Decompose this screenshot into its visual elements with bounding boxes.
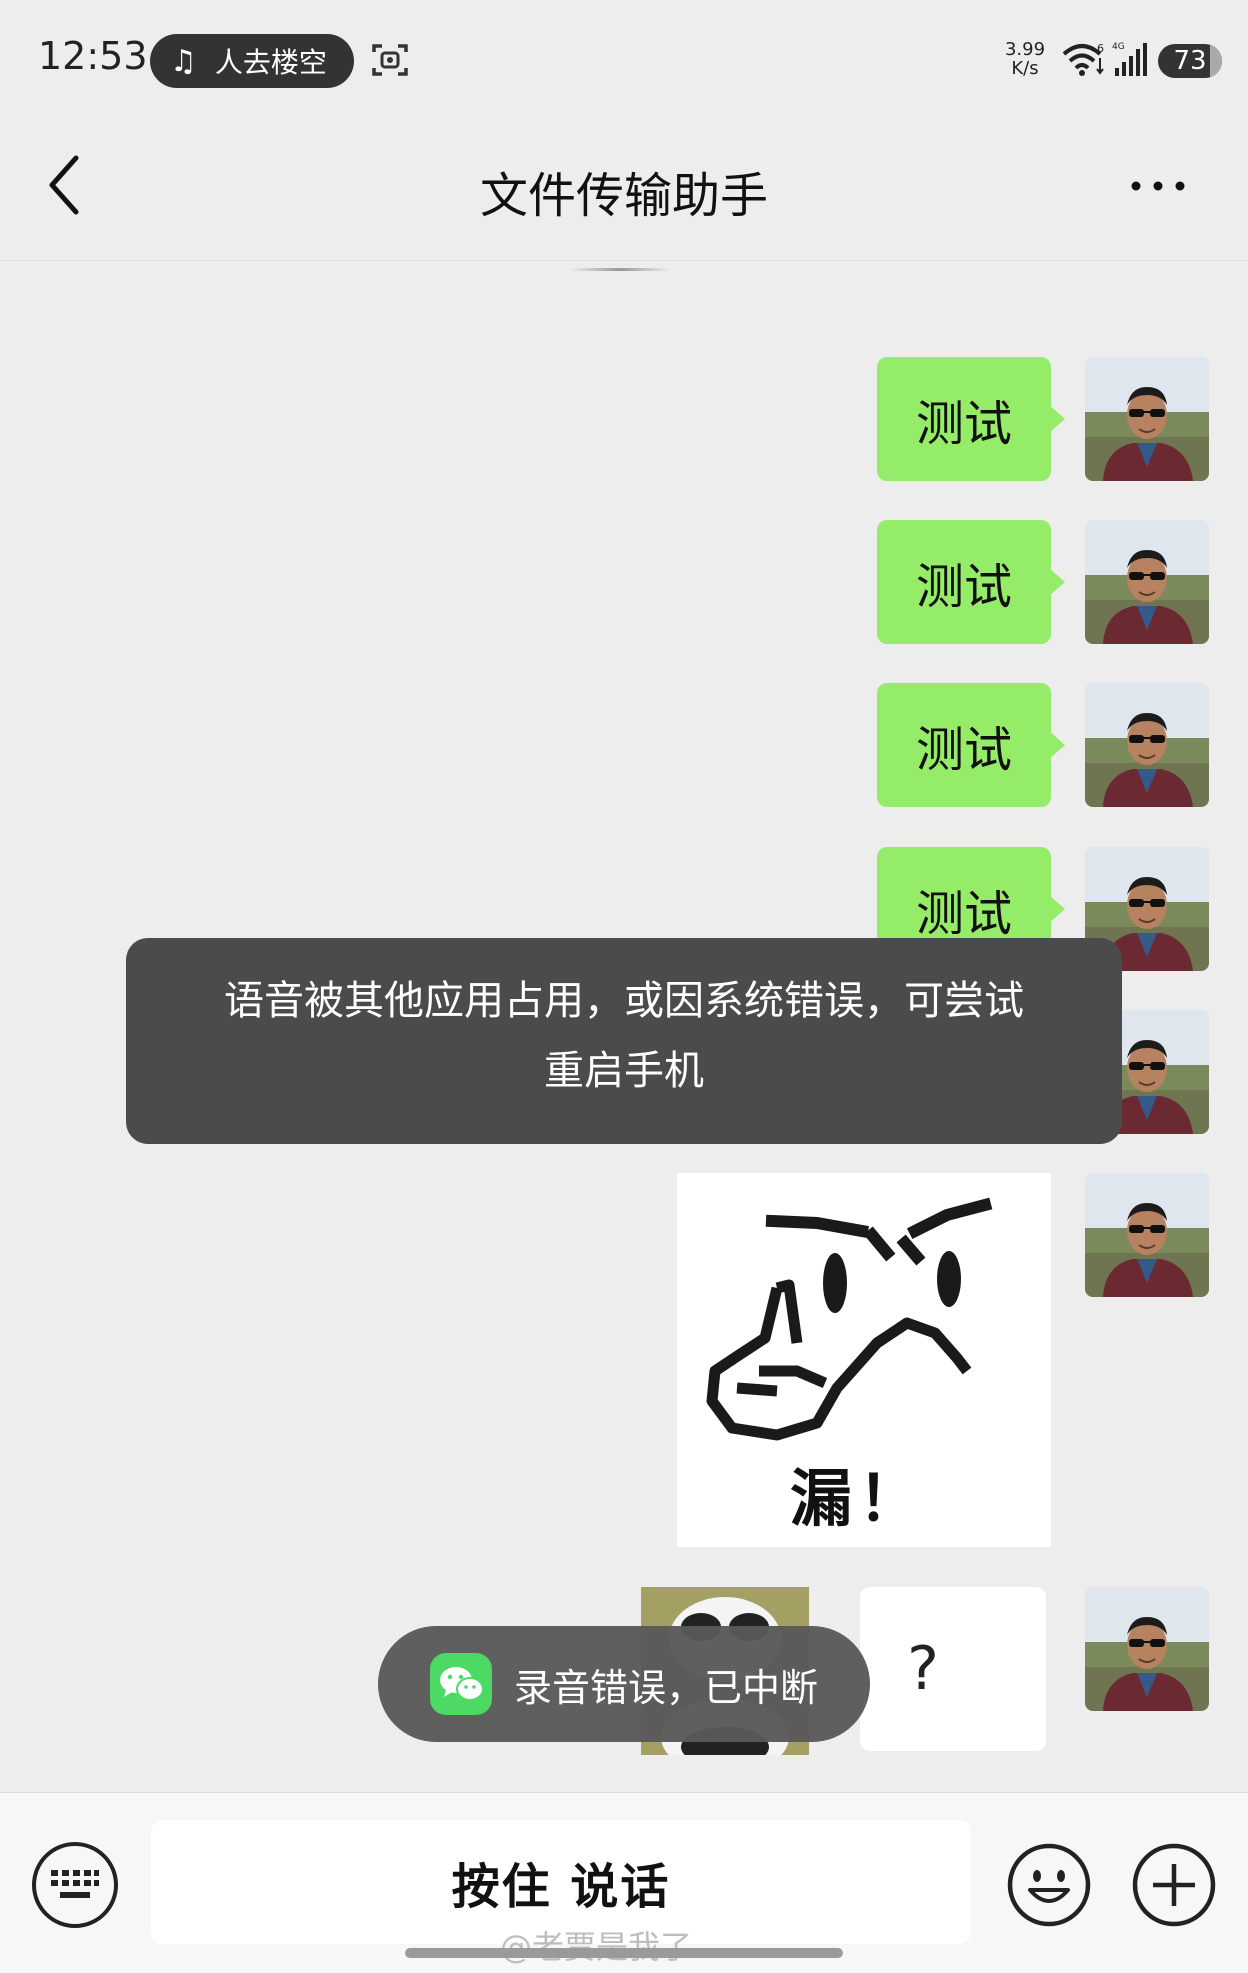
network-speed: 3.99 K/s xyxy=(1003,40,1047,78)
more-options-icon[interactable] xyxy=(1128,176,1188,196)
svg-text:4G: 4G xyxy=(1112,42,1125,52)
error-message-line: 重启手机 xyxy=(544,1048,704,1094)
message-bubble[interactable]: ? xyxy=(860,1587,1046,1751)
avatar[interactable] xyxy=(1085,520,1209,644)
sticker-caption: 漏！ xyxy=(790,1462,927,1535)
status-time: 12:53 xyxy=(38,34,148,78)
wechat-icon xyxy=(430,1653,492,1715)
music-note-icon: ♫ xyxy=(170,43,197,79)
screen-recognition-icon[interactable] xyxy=(370,40,410,80)
emoji-icon[interactable] xyxy=(1006,1842,1092,1928)
battery-indicator: 73 xyxy=(1158,44,1222,78)
recording-error-toast: 录音错误，已中断 xyxy=(378,1626,870,1742)
network-speed-unit: K/s xyxy=(1011,58,1039,79)
voice-error-toast: 语音被其他应用占用，或因系统错误，可尝试 重启手机 xyxy=(126,938,1122,1144)
wifi-icon: 6 xyxy=(1062,42,1104,76)
keyboard-toggle-button[interactable] xyxy=(32,1842,118,1928)
avatar[interactable] xyxy=(1085,1587,1209,1711)
message-row: 测试 xyxy=(877,357,1065,481)
plus-icon[interactable] xyxy=(1131,1842,1217,1928)
scroll-indicator xyxy=(570,268,670,271)
network-speed-value: 3.99 xyxy=(1004,39,1046,60)
message-row: 测试 xyxy=(877,520,1065,644)
home-indicator[interactable] xyxy=(405,1948,843,1958)
message-bubble[interactable]: 测试 xyxy=(877,357,1065,481)
keyboard-icon xyxy=(51,1870,99,1898)
message-bubble[interactable]: 测试 xyxy=(877,520,1065,644)
battery-level: 73 xyxy=(1173,46,1207,76)
watermark: @老贾是我了 xyxy=(500,1928,693,1966)
avatar[interactable] xyxy=(1085,683,1209,807)
avatar[interactable] xyxy=(1085,1173,1209,1297)
message-bubble[interactable]: 测试 xyxy=(877,683,1065,807)
cellular-signal-icon: 4G xyxy=(1112,42,1147,76)
now-playing-pill[interactable]: ♫ 人去楼空 xyxy=(150,34,354,88)
message-row: 测试 xyxy=(877,683,1065,807)
now-playing-title: 人去楼空 xyxy=(214,46,327,79)
svg-text:6: 6 xyxy=(1097,42,1104,55)
avatar[interactable] xyxy=(1085,357,1209,481)
chat-title: 文件传输助手 xyxy=(479,168,768,224)
error-message-line: 语音被其他应用占用，或因系统错误，可尝试 xyxy=(224,978,1024,1024)
recording-error-text: 录音错误，已中断 xyxy=(514,1665,819,1710)
